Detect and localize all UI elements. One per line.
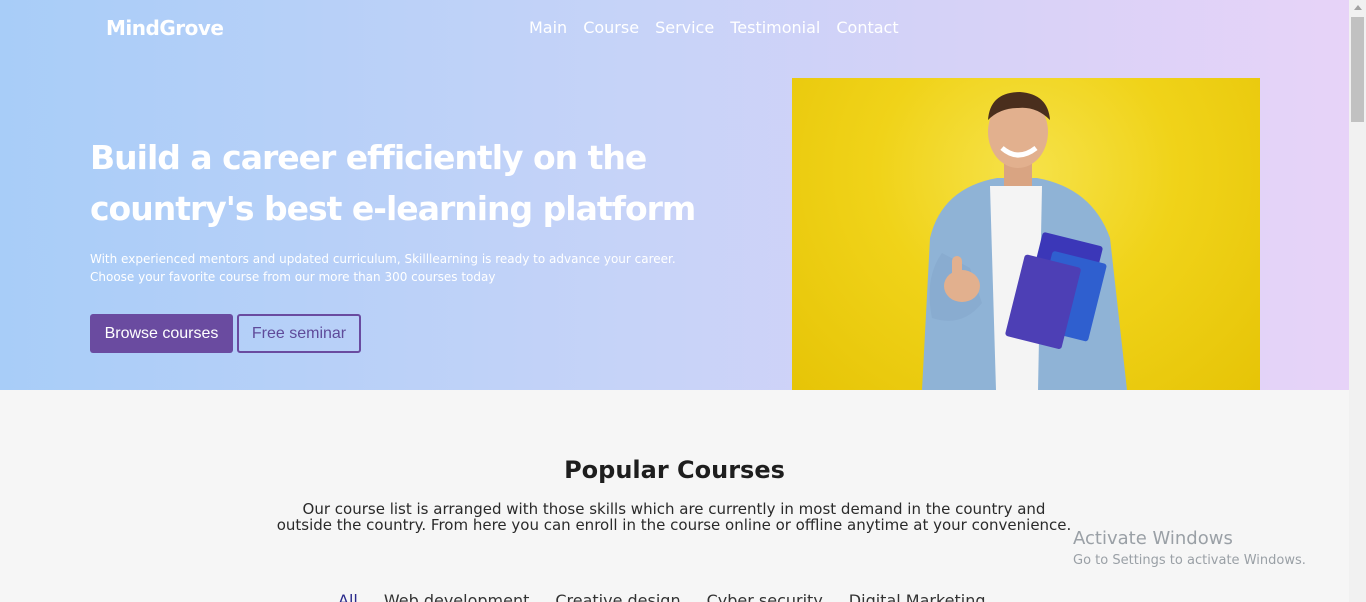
watermark-title: Activate Windows <box>1073 528 1233 549</box>
filter-tab-digital-marketing[interactable]: Digital Marketing <box>849 591 986 602</box>
watermark-subtitle: Go to Settings to activate Windows. <box>1073 553 1306 568</box>
activate-windows-watermark: Activate Windows Go to Settings to activ… <box>1073 528 1306 568</box>
filter-tab-creative-design[interactable]: Creative design <box>555 591 680 602</box>
hero-section: MindGrove Main Course Service Testimonia… <box>0 0 1349 390</box>
popular-courses-description: Our course list is arranged with those s… <box>276 500 1072 534</box>
scrollbar-thumb[interactable] <box>1351 17 1364 122</box>
hero-subtext-line-2: Choose your favorite course from our mor… <box>90 270 496 284</box>
student-illustration <box>922 92 1127 390</box>
page-scrollbar[interactable] <box>1349 0 1366 602</box>
nav-item-service[interactable]: Service <box>655 18 714 37</box>
scroll-up-icon[interactable] <box>1354 5 1362 10</box>
browse-courses-button[interactable]: Browse courses <box>90 314 233 353</box>
hero-headline: Build a career efficiently on the countr… <box>90 138 696 228</box>
popular-courses-title: Popular Courses <box>564 456 785 484</box>
brand-logo[interactable]: MindGrove <box>106 16 224 40</box>
course-filter-tabs: All Web development Creative design Cybe… <box>338 591 986 602</box>
nav-item-main[interactable]: Main <box>529 18 567 37</box>
hero-subtext: With experienced mentors and updated cur… <box>90 250 690 286</box>
hero-subtext-line-1: With experienced mentors and updated cur… <box>90 252 676 266</box>
hero-student-photo <box>792 78 1260 390</box>
main-nav: Main Course Service Testimonial Contact <box>529 18 899 37</box>
nav-item-course[interactable]: Course <box>583 18 639 37</box>
filter-tab-cyber-security[interactable]: Cyber security <box>707 591 823 602</box>
filter-tab-all[interactable]: All <box>338 591 358 602</box>
nav-item-testimonial[interactable]: Testimonial <box>730 18 820 37</box>
nav-item-contact[interactable]: Contact <box>836 18 898 37</box>
filter-tab-web-development[interactable]: Web development <box>384 591 530 602</box>
free-seminar-button[interactable]: Free seminar <box>237 314 361 353</box>
